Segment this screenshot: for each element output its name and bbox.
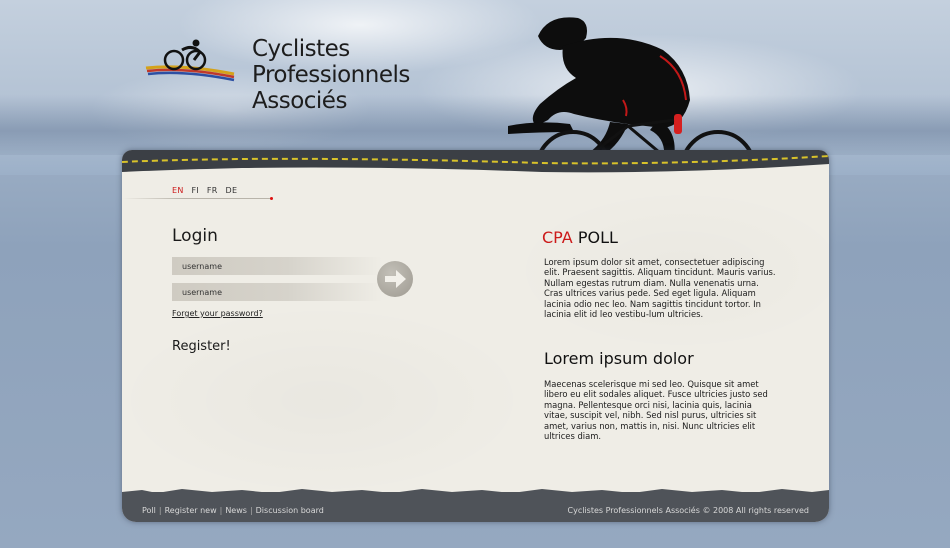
poll-text: Lorem ipsum dolor sit amet, consectetuer… xyxy=(544,257,776,320)
forgot-password-link[interactable]: Forget your password? xyxy=(172,309,263,318)
username-input[interactable] xyxy=(172,257,382,275)
footer-separator: | xyxy=(158,506,162,515)
road-divider xyxy=(122,150,829,173)
poll-heading-rest: POLL xyxy=(577,228,618,247)
lorem-heading: Lorem ipsum dolor xyxy=(544,349,694,368)
brand-line-2: Professionnels xyxy=(252,62,410,88)
language-en[interactable]: EN xyxy=(172,186,184,195)
language-de[interactable]: DE xyxy=(226,186,238,195)
poll-heading: CPA POLL xyxy=(542,228,618,247)
password-input[interactable] xyxy=(172,283,382,301)
lorem-text: Maecenas scelerisque mi sed leo. Quisque… xyxy=(544,379,768,442)
cyclist-logo-icon xyxy=(145,39,235,82)
language-fi[interactable]: FI xyxy=(191,186,199,195)
language-divider-dot xyxy=(270,197,273,200)
copyright-text: Cyclistes Professionnels Associés © 2008… xyxy=(567,506,810,515)
arrow-right-icon xyxy=(385,270,406,288)
footer-separator: | xyxy=(219,506,223,515)
footer-link-poll[interactable]: Poll xyxy=(142,506,156,515)
brand-line-3: Associés xyxy=(252,88,347,114)
footer-link-register[interactable]: Register new xyxy=(165,506,217,515)
language-fr[interactable]: FR xyxy=(207,186,218,195)
footer-link-news[interactable]: News xyxy=(225,506,247,515)
login-heading: Login xyxy=(172,226,218,246)
login-submit-button[interactable] xyxy=(377,261,413,297)
register-link[interactable]: Register! xyxy=(172,339,231,354)
footer-link-discussion[interactable]: Discussion board xyxy=(256,506,324,515)
language-divider xyxy=(122,198,272,199)
footer-nav: Poll | Register new | News | Discussion board xyxy=(142,506,324,515)
poll-heading-accent: CPA xyxy=(542,228,573,247)
language-switcher: EN FI FR DE xyxy=(172,186,242,198)
footer-separator: | xyxy=(249,506,253,515)
header-cloud-band xyxy=(0,95,950,155)
brand-line-1: Cyclistes xyxy=(252,36,350,62)
main-panel: EN FI FR DE Login Forget your password? … xyxy=(122,150,829,522)
brand-title: Cyclistes Professionnels Associés xyxy=(252,36,410,114)
